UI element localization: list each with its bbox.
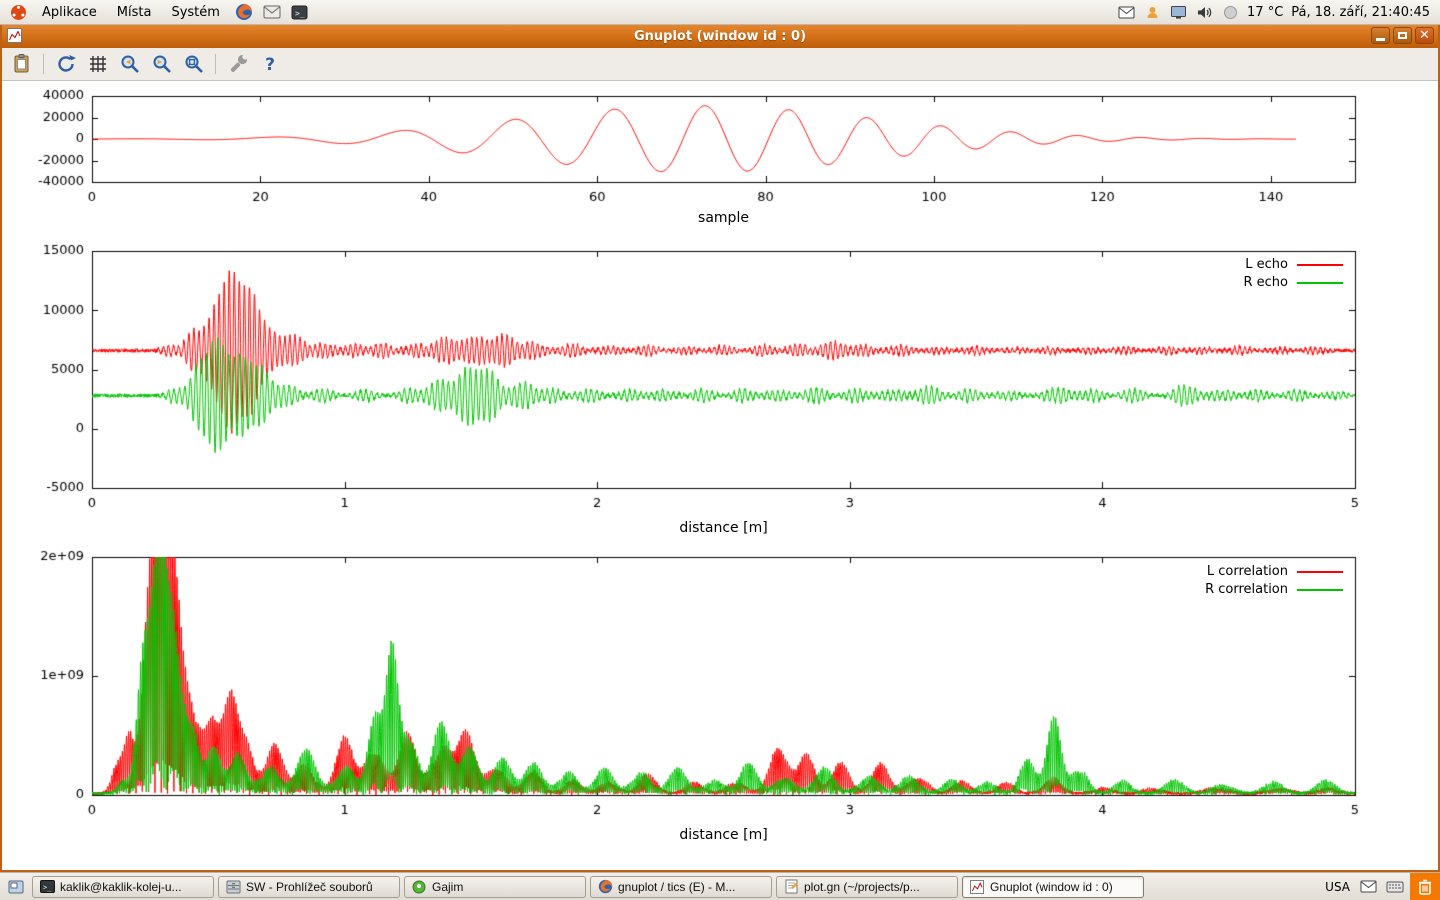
taskbar-button-gajim[interactable]: Gajim xyxy=(404,876,586,898)
distributor-logo-icon[interactable] xyxy=(8,2,28,22)
weather-icon[interactable] xyxy=(1221,3,1239,21)
keyboard-icon[interactable] xyxy=(1386,878,1404,896)
zoom-next-icon[interactable] xyxy=(148,51,175,78)
taskbar-button-editor[interactable]: plot.gn (~/projects/p... xyxy=(776,876,958,898)
xlabel-sample: sample xyxy=(92,210,1355,226)
xlabel-distance: distance [m] xyxy=(92,827,1355,843)
legend-label: L correlation xyxy=(1207,565,1288,579)
taskbar-button-label: gnuplot / tics (E) - M... xyxy=(618,880,765,894)
clock[interactable]: Pá, 18. září, 21:40:45 xyxy=(1291,5,1430,20)
volume-icon[interactable] xyxy=(1195,3,1213,21)
taskbar-button-label: plot.gn (~/projects/p... xyxy=(804,880,951,894)
help-icon[interactable]: ? xyxy=(256,51,283,78)
legend-item: L echo xyxy=(1245,258,1343,272)
zoom-autoscale-icon[interactable] xyxy=(180,51,207,78)
taskbar-button-label: kaklik@kaklik-kolej-u... xyxy=(60,880,207,894)
panel-left: Aplikace Místa Systém >_ xyxy=(0,2,312,22)
replot-icon[interactable] xyxy=(52,51,79,78)
gnome-taskbar: >_ kaklik@kaklik-kolej-u... SW - Prohlíž… xyxy=(0,872,1440,900)
legend-line-sample xyxy=(1297,589,1343,591)
taskbar-button-label: Gajim xyxy=(432,880,579,894)
gnuplot-icon xyxy=(969,879,985,895)
titlebar[interactable]: Gnuplot (window id : 0) ✕ xyxy=(2,24,1438,48)
terminal-icon: >_ xyxy=(39,879,55,895)
desktop: Aplikace Místa Systém >_ xyxy=(0,0,1440,900)
close-button[interactable]: ✕ xyxy=(1415,27,1434,44)
copy-icon[interactable] xyxy=(8,51,35,78)
keyboard-layout-indicator[interactable]: USA xyxy=(1325,880,1350,894)
window-controls: ✕ xyxy=(1371,27,1434,44)
grid-icon[interactable] xyxy=(84,51,111,78)
firefox-launcher-icon[interactable] xyxy=(234,2,254,22)
chart-echo-canvas[interactable] xyxy=(2,239,1438,515)
legend-echo: L echo R echo xyxy=(1243,258,1343,290)
svg-text:?: ? xyxy=(265,55,275,75)
maximize-icon xyxy=(1398,32,1407,39)
file-manager-icon xyxy=(225,879,241,895)
xlabel-distance: distance [m] xyxy=(92,520,1355,536)
mail-notification-icon[interactable] xyxy=(1359,878,1377,896)
display-icon[interactable] xyxy=(1169,3,1187,21)
show-desktop-icon[interactable] xyxy=(4,875,28,899)
taskbar-button-file-manager[interactable]: SW - Prohlížeč souborů xyxy=(218,876,400,898)
taskbar-button-label: SW - Prohlížeč souborů xyxy=(246,880,393,894)
toolbar-separator xyxy=(215,54,216,74)
taskbar-tray: USA xyxy=(1325,878,1404,896)
window-title: Gnuplot (window id : 0) xyxy=(634,29,806,44)
temperature-label[interactable]: 17 °C xyxy=(1247,5,1283,20)
svg-text:>_: >_ xyxy=(295,9,305,18)
legend-correlation: L correlation R correlation xyxy=(1205,565,1343,597)
taskbar-button-gnuplot[interactable]: Gnuplot (window id : 0) xyxy=(962,876,1144,898)
legend-line-sample xyxy=(1297,282,1343,284)
legend-item: R echo xyxy=(1243,276,1343,290)
menu-system[interactable]: Systém xyxy=(163,3,227,22)
taskbar-button-terminal[interactable]: >_ kaklik@kaklik-kolej-u... xyxy=(32,876,214,898)
window-icon xyxy=(7,28,23,44)
legend-label: R echo xyxy=(1243,276,1288,290)
chart-signal-canvas[interactable] xyxy=(2,84,1438,216)
toolbar-separator xyxy=(43,54,44,74)
minimize-button[interactable] xyxy=(1371,27,1390,44)
mail-launcher-icon[interactable] xyxy=(262,2,282,22)
legend-label: L echo xyxy=(1245,258,1288,272)
panel-status-area: 17 °C Pá, 18. září, 21:40:45 xyxy=(1117,3,1440,21)
taskbar-button-firefox[interactable]: gnuplot / tics (E) - M... xyxy=(590,876,772,898)
plot-area: sample L echo R echo distance [m] L corr… xyxy=(2,81,1438,870)
gnuplot-window: Gnuplot (window id : 0) ✕ xyxy=(0,24,1440,872)
gnuplot-toolbar: ? xyxy=(2,48,1438,81)
legend-label: R correlation xyxy=(1205,583,1288,597)
firefox-icon xyxy=(597,879,613,895)
editor-icon xyxy=(783,879,799,895)
gajim-icon xyxy=(411,879,427,895)
maximize-button[interactable] xyxy=(1393,27,1412,44)
config-icon[interactable] xyxy=(224,51,251,78)
taskbar-button-label: Gnuplot (window id : 0) xyxy=(990,880,1137,894)
svg-text:>_: >_ xyxy=(43,884,52,892)
close-icon: ✕ xyxy=(1419,29,1430,42)
legend-item: L correlation xyxy=(1207,565,1343,579)
minimize-icon xyxy=(1376,38,1385,41)
legend-line-sample xyxy=(1297,571,1343,573)
menu-applications[interactable]: Aplikace xyxy=(34,3,105,22)
legend-line-sample xyxy=(1297,264,1343,266)
zoom-previous-icon[interactable] xyxy=(116,51,143,78)
screenshot-launcher-icon[interactable]: >_ xyxy=(290,2,310,22)
trash-applet[interactable] xyxy=(1410,873,1440,900)
legend-item: R correlation xyxy=(1205,583,1343,597)
menu-places[interactable]: Místa xyxy=(109,3,160,22)
gnome-top-panel: Aplikace Místa Systém >_ xyxy=(0,0,1440,25)
presence-icon[interactable] xyxy=(1143,3,1161,21)
mail-icon[interactable] xyxy=(1117,3,1135,21)
